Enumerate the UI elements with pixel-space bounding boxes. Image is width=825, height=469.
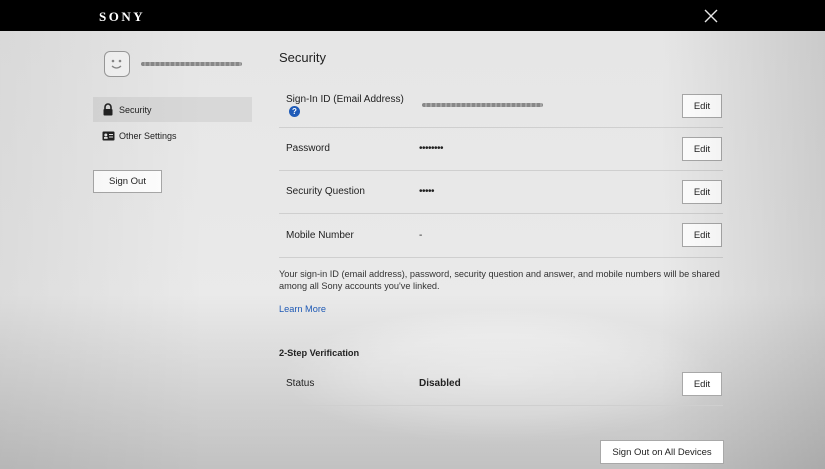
learn-more-link[interactable]: Learn More xyxy=(279,304,326,314)
help-icon[interactable]: ? xyxy=(289,106,300,117)
sidebar-item-label: Security xyxy=(119,104,152,115)
id-card-icon xyxy=(101,129,115,143)
lock-icon xyxy=(101,103,115,117)
two-step-status-value: Disabled xyxy=(419,378,461,389)
divider xyxy=(279,257,723,258)
face-icon xyxy=(111,59,122,69)
edit-two-step-button[interactable]: Edit xyxy=(682,372,722,396)
edit-sign-in-id-button[interactable]: Edit xyxy=(682,94,722,118)
sidebar-item-security[interactable]: Security xyxy=(93,97,252,122)
close-icon[interactable] xyxy=(703,8,719,24)
divider xyxy=(279,170,723,171)
sony-logo: SONY xyxy=(99,9,146,24)
password-value: •••••••• xyxy=(419,143,444,154)
two-step-status-label: Status xyxy=(286,378,315,389)
divider xyxy=(279,405,723,406)
redacted-username xyxy=(141,62,242,66)
sign-in-id-label: Sign-In ID (Email Address) xyxy=(286,94,404,105)
security-question-label: Security Question xyxy=(286,186,365,197)
two-step-title: 2-Step Verification xyxy=(279,348,360,358)
password-label: Password xyxy=(286,143,330,154)
sidebar-item-other-settings[interactable]: Other Settings xyxy=(93,123,252,148)
security-question-value: ••••• xyxy=(419,186,435,197)
mobile-number-value: - xyxy=(419,230,423,241)
sidebar-item-label: Other Settings xyxy=(119,130,177,141)
avatar xyxy=(104,51,130,77)
shared-info-note: Your sign-in ID (email address), passwor… xyxy=(279,269,720,291)
edit-security-question-button[interactable]: Edit xyxy=(682,180,722,204)
edit-password-button[interactable]: Edit xyxy=(682,137,722,161)
edit-mobile-number-button[interactable]: Edit xyxy=(682,223,722,247)
mobile-number-label: Mobile Number xyxy=(286,230,354,241)
sign-out-all-devices-button[interactable]: Sign Out on All Devices xyxy=(600,440,724,464)
divider xyxy=(279,213,723,214)
divider xyxy=(279,127,723,128)
page-title: Security xyxy=(279,50,326,65)
redacted-email xyxy=(422,103,543,107)
top-bar: SONY xyxy=(0,0,825,31)
sign-out-button[interactable]: Sign Out xyxy=(93,170,162,193)
